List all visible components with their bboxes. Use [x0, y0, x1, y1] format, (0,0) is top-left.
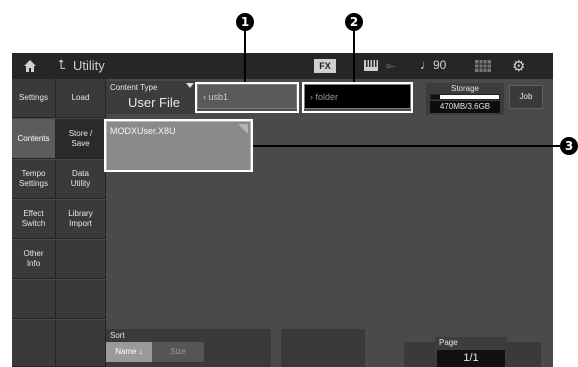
sort-by-size-button[interactable]: Size: [152, 342, 204, 362]
back-arrow-icon[interactable]: ⮤: [58, 57, 66, 73]
keyboard-icon: [364, 60, 378, 71]
job-button[interactable]: Job: [509, 85, 543, 109]
primary-nav: Settings Contents Tempo Settings Effect …: [12, 79, 56, 367]
sort-by-name-button[interactable]: Name ↓: [106, 342, 152, 362]
nav-empty-5: [56, 320, 106, 367]
page-title: Utility: [73, 58, 105, 73]
page-value: 1/1: [437, 350, 505, 367]
leader-line-1: [244, 31, 246, 82]
sort-label: Sort: [110, 331, 125, 340]
home-icon[interactable]: [23, 59, 37, 73]
highlight-file: [104, 119, 253, 172]
callout-1: 1: [236, 13, 254, 31]
gear-icon[interactable]: ⚙: [512, 57, 525, 75]
leader-line-3: [253, 145, 560, 147]
nav-empty-1: [12, 280, 56, 319]
nav-empty-3: [56, 240, 106, 279]
callout-2: 2: [345, 13, 363, 31]
bottom-empty-panel: [281, 329, 365, 367]
nav-tempo-settings[interactable]: Tempo Settings: [12, 160, 56, 199]
nav-load[interactable]: Load: [56, 79, 106, 118]
highlight-usb1: [195, 82, 299, 113]
highlight-folder: [302, 82, 413, 113]
tempo-value[interactable]: 90: [433, 58, 446, 72]
grid-icon[interactable]: [475, 60, 491, 72]
content-type-selector[interactable]: Content Type User File: [106, 81, 195, 114]
storage-value: 470MB/3.6GB: [430, 101, 500, 113]
page-label: Page: [439, 338, 458, 347]
nav-library-import[interactable]: Library Import: [56, 200, 106, 239]
nav-store-save[interactable]: Store / Save: [56, 119, 106, 159]
storage-bar: [430, 94, 500, 100]
nav-data-utility[interactable]: Data Utility: [56, 160, 106, 199]
nav-contents[interactable]: Contents: [12, 119, 56, 159]
secondary-nav: Load Store / Save Data Utility Library I…: [56, 79, 106, 367]
note-icon: ♩: [420, 57, 433, 72]
nav-empty-4: [56, 280, 106, 319]
nav-effect-switch[interactable]: Effect Switch: [12, 200, 56, 239]
callout-3: 3: [560, 137, 578, 155]
storage-fill: [431, 95, 440, 99]
nav-empty-2: [12, 320, 56, 367]
storage-indicator: Storage 470MB/3.6GB: [426, 83, 504, 115]
storage-label: Storage: [450, 84, 480, 93]
dropdown-arrow-icon: [186, 83, 194, 88]
nav-other-info[interactable]: Other Info: [12, 240, 56, 279]
nav-settings[interactable]: Settings: [12, 79, 56, 118]
content-type-label: Content Type: [110, 83, 158, 92]
sort-panel: Sort Name ↓ Size: [106, 329, 271, 367]
leader-line-2: [353, 31, 355, 82]
fx-badge[interactable]: FX: [314, 59, 336, 73]
top-bar: ⮤ Utility FX ⟜ ♩ 90 ⚙: [12, 53, 553, 79]
usb-icon: ⟜: [386, 58, 396, 72]
page-indicator: Page 1/1: [435, 337, 507, 367]
content-type-value: User File: [128, 95, 181, 110]
